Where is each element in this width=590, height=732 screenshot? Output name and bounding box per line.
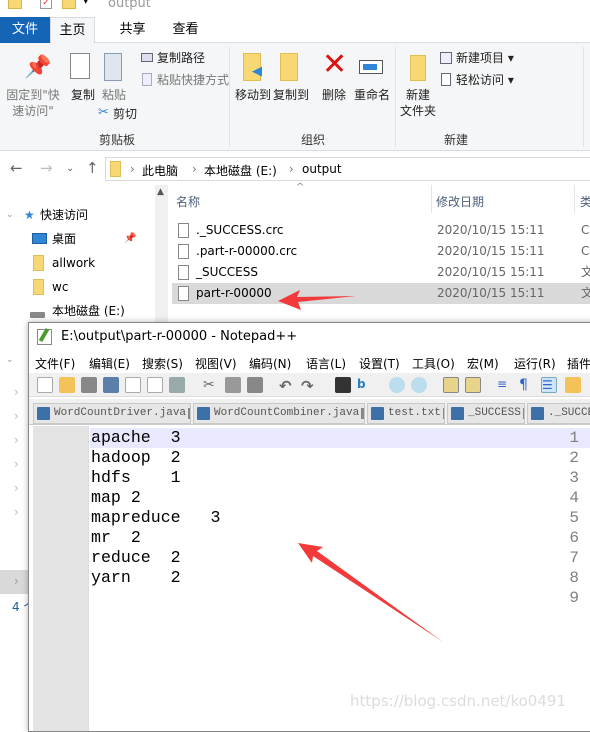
annotation-overlay xyxy=(278,290,443,642)
red-arrow-to-content xyxy=(298,543,443,642)
red-arrow-to-file xyxy=(278,290,356,310)
watermark: https://blog.csdn.net/ko0491 xyxy=(350,692,566,710)
